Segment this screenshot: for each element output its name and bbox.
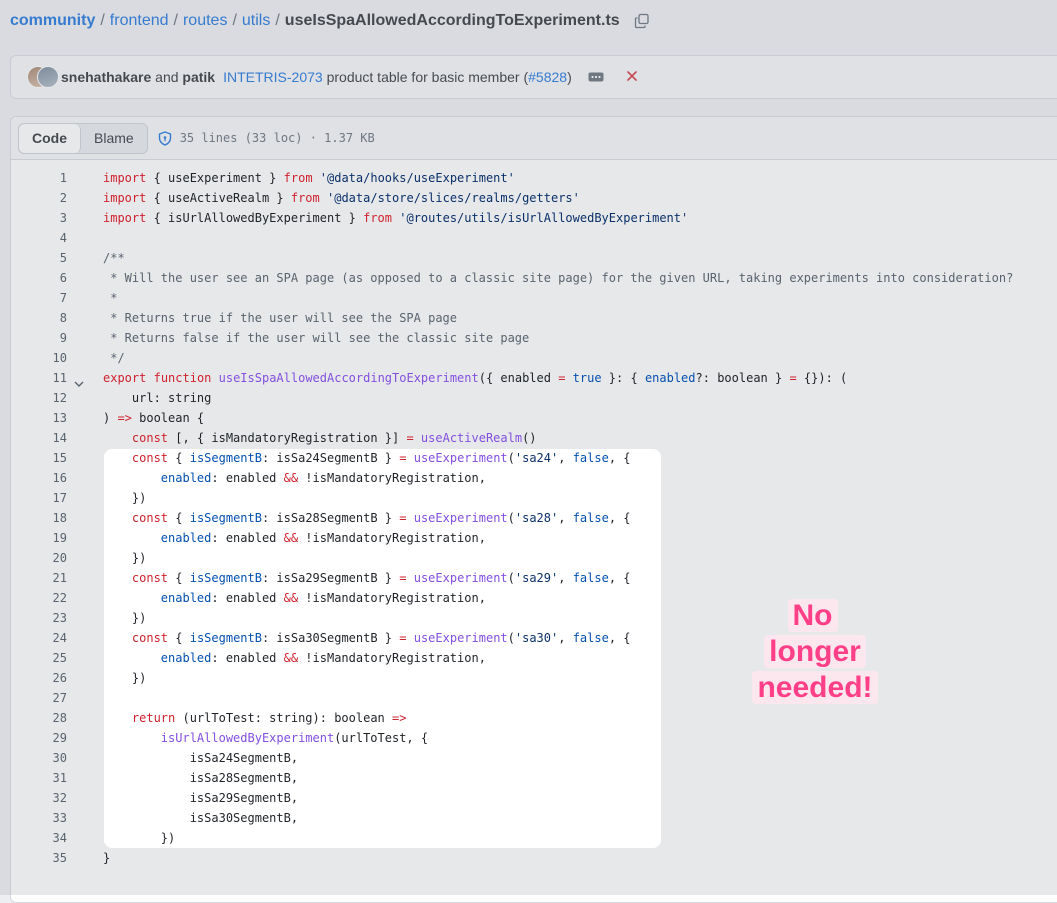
file-viewer: Code Blame 35 lines (33 loc) · 1.37 KB: [10, 116, 1057, 903]
annotation-line-1: No longer: [764, 599, 866, 668]
tab-blame[interactable]: Blame: [81, 124, 147, 153]
commit-message: INTETRIS-2073 product table for basic me…: [223, 69, 572, 85]
breadcrumb-separator: /: [173, 12, 178, 29]
author-link[interactable]: snehathakare: [61, 69, 151, 85]
status-failed-icon[interactable]: [626, 69, 638, 86]
breadcrumb-frontend-link[interactable]: frontend: [110, 12, 169, 30]
annotation-line-2: needed!: [752, 671, 878, 704]
breadcrumb-separator: /: [232, 12, 237, 29]
copy-icon[interactable]: [634, 13, 650, 29]
breadcrumb-separator: /: [100, 12, 105, 29]
pr-link[interactable]: #5828: [528, 69, 567, 85]
commit-authors: snehathakare and patik: [61, 69, 215, 85]
view-toggle: Code Blame: [18, 122, 148, 154]
ticket-link[interactable]: INTETRIS-2073: [223, 69, 323, 85]
pr-close-paren: ): [567, 69, 572, 85]
breadcrumb-repo-link[interactable]: community: [10, 12, 95, 30]
author-avatars[interactable]: [27, 66, 59, 88]
latest-commit-bar: snehathakare and patik INTETRIS-2073 pro…: [10, 55, 1057, 99]
annotation-callout: No longer needed!: [741, 598, 889, 706]
shield-icon[interactable]: [158, 130, 172, 146]
file-name: useIsSpaAllowedAccordingToExperiment.ts: [284, 12, 620, 29]
authors-conjunction: and: [155, 69, 179, 85]
file-header: Code Blame 35 lines (33 loc) · 1.37 KB: [11, 117, 1057, 160]
tab-code[interactable]: Code: [19, 123, 81, 153]
avatar: [37, 66, 59, 88]
file-stats: 35 lines (33 loc) · 1.37 KB: [179, 131, 375, 145]
ellipsis-icon[interactable]: [588, 72, 604, 82]
commit-message-text: product table for basic member: [326, 69, 520, 85]
breadcrumb-routes-link[interactable]: routes: [183, 12, 227, 30]
breadcrumb-separator: /: [275, 12, 280, 29]
author-link[interactable]: patik: [182, 69, 215, 85]
breadcrumb-utils-link[interactable]: utils: [242, 12, 270, 30]
breadcrumb: community / frontend / routes / utils / …: [10, 9, 650, 33]
